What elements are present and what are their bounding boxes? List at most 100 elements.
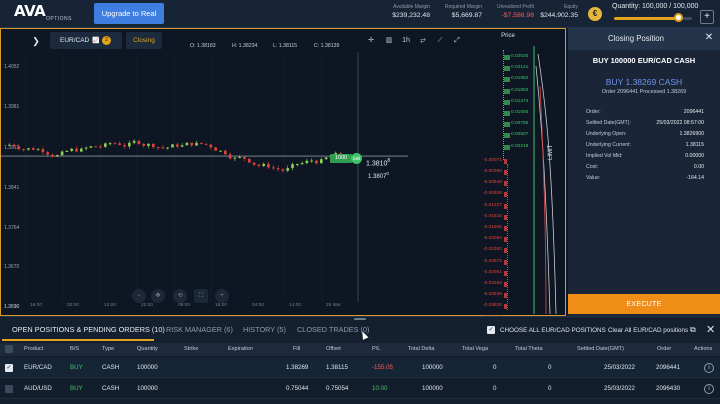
column-header[interactable]: Type [102,346,114,352]
cell-type: CASH [102,385,120,392]
ladder-value-down[interactable]: -0.02672 [483,259,502,264]
detail-value: 1.3826900 [679,131,704,137]
cell-theta: 0 [548,364,552,371]
active-tab-underline [2,339,154,341]
candle-body [27,148,30,150]
candle-body [320,159,323,164]
ladder-value-down[interactable]: -0.00071 [483,158,502,163]
column-header[interactable]: Settled Date(GMT) [577,346,624,352]
indicator-icon[interactable]: ⥂ [416,34,430,48]
detail-value: -164.14 [686,175,704,181]
ladder-value-down[interactable]: -0.01516 [483,214,502,219]
timeframe-button[interactable]: 1h [399,34,413,48]
resize-handle[interactable] [354,318,366,320]
ladder-value-up[interactable]: 0.00507 [511,132,528,137]
column-header[interactable]: Total Theta [515,346,543,352]
column-header[interactable]: Strike [184,346,198,352]
tab-risk-manager[interactable]: RISK MANAGER (6) [166,325,233,334]
euro-icon[interactable]: € [588,7,602,21]
column-header[interactable]: Total Vega [462,346,488,352]
ladder-value-up[interactable]: 0.00218 [511,144,528,149]
ladder-value-down[interactable]: -0.03539 [483,292,502,297]
cell-fill: 0.75044 [286,385,309,392]
ladder-bar-up [504,55,510,60]
ladder-value-up[interactable]: 0.01962 [511,76,528,81]
external-link-icon[interactable]: ⧉ [690,325,696,335]
stat-label: Equity [564,4,578,10]
column-header[interactable]: Offset [326,346,341,352]
quantity-slider-thumb[interactable] [673,13,683,22]
column-header[interactable]: Quantity [137,346,158,352]
tab-history[interactable]: HISTORY (5) [243,325,286,334]
column-header[interactable]: Fill [293,346,300,352]
clear-all-label[interactable]: Clear All EUR/CAD positions [608,327,688,334]
zoom-in-icon[interactable]: + [215,289,229,303]
draw-line-icon[interactable]: ⟋ [433,34,447,48]
candle-body [51,154,54,157]
select-all-rows-checkbox[interactable] [5,345,13,353]
info-icon[interactable]: i [704,384,714,394]
stat-label: Required Margin [445,4,482,10]
close-panel-icon[interactable]: ✕ [706,323,715,336]
reset-icon[interactable]: ⟲ [173,289,187,303]
pan-icon[interactable]: ✥ [151,289,165,303]
ladder-value-down[interactable]: -0.02961 [483,270,502,275]
ladder-value-down[interactable]: -0.00649 [483,180,502,185]
equity-stat: Equity $244,902.35 [530,4,578,19]
ladder-value-down[interactable]: -0.03250 [483,281,502,286]
ladder-value-up[interactable]: 0.00796 [511,121,528,126]
chevron-right-icon[interactable]: ❯ [28,33,44,49]
column-header[interactable]: Actions [694,346,712,352]
sell-circle-icon[interactable]: Sell [351,153,362,164]
tab-closed-trades[interactable]: CLOSED TRADES (0) [297,325,369,334]
column-header[interactable]: Expiration [228,346,253,352]
execute-button[interactable]: EXECUTE [568,294,720,314]
row-checkbox[interactable] [5,385,13,393]
ladder-value-up[interactable]: 0.01085 [511,110,528,115]
x-tick-label: 14:00 [289,303,302,308]
ladder-value-down[interactable]: -0.02094 [483,236,502,241]
tab-open-positions[interactable]: OPEN POSITIONS & PENDING ORDERS (10) [12,325,165,334]
candle-body [195,142,198,146]
crosshair-icon[interactable]: ✛ [364,34,378,48]
detail-value: 2096441 [683,109,704,115]
candle-body [104,143,107,147]
column-header[interactable]: B/S [70,346,79,352]
column-header[interactable]: P/L [372,346,380,352]
detail-key: Underlying Current: [586,142,631,148]
column-header[interactable]: Order [657,346,671,352]
zoom-out-icon[interactable]: − [132,289,146,303]
ladder-value-up[interactable]: 0.01683 [511,88,528,93]
row-checkbox[interactable]: ✓ [5,364,13,372]
ladder-value-down[interactable]: -0.00938 [483,191,502,196]
cell-qty: 100000 [137,364,158,371]
ladder-value-down[interactable]: -0.02383 [483,247,502,252]
fit-screen-icon[interactable]: ⛶ [194,289,208,303]
upgrade-to-real-button[interactable]: Upgrade to Real [94,3,164,24]
quantity-label: Quantity: 100,000 / 100,000 [612,3,699,10]
ladder-value-down[interactable]: -0.01227 [483,203,502,208]
candlestick-chart[interactable] [0,52,470,302]
info-icon[interactable]: i [704,363,714,373]
column-header[interactable]: Total Delta [408,346,434,352]
ladder-value-down[interactable]: -0.00360 [483,169,502,174]
ladder-value-up[interactable]: 0.01374 [511,99,528,104]
closing-mode-tag[interactable]: Closing [126,32,162,49]
detail-key: Implied Vol Mid: [586,153,623,159]
expand-icon[interactable]: ⤢ [450,34,464,48]
cell-delta: 100000 [422,364,443,371]
candle-body [310,160,313,162]
ladder-value-down[interactable]: -0.03828 [483,303,502,308]
quantity-plus-button[interactable]: + [700,10,714,24]
detail-key: Settled Date(GMT): [586,120,631,126]
ladder-value-up[interactable]: 0.02141 [511,65,528,70]
ladder-value-down[interactable]: -0.01805 [483,225,502,230]
candles-icon[interactable]: ▥ [382,34,396,48]
cell-settled: 25/03/2022 [604,364,635,371]
close-icon[interactable]: ✕ [702,31,716,45]
column-header[interactable]: Product [24,346,43,352]
choose-all-checkbox[interactable]: ✓ [487,326,495,334]
candle-body [200,142,203,144]
cell-vega: 0 [493,364,497,371]
ladder-value-up[interactable]: 0.02530 [511,54,528,59]
